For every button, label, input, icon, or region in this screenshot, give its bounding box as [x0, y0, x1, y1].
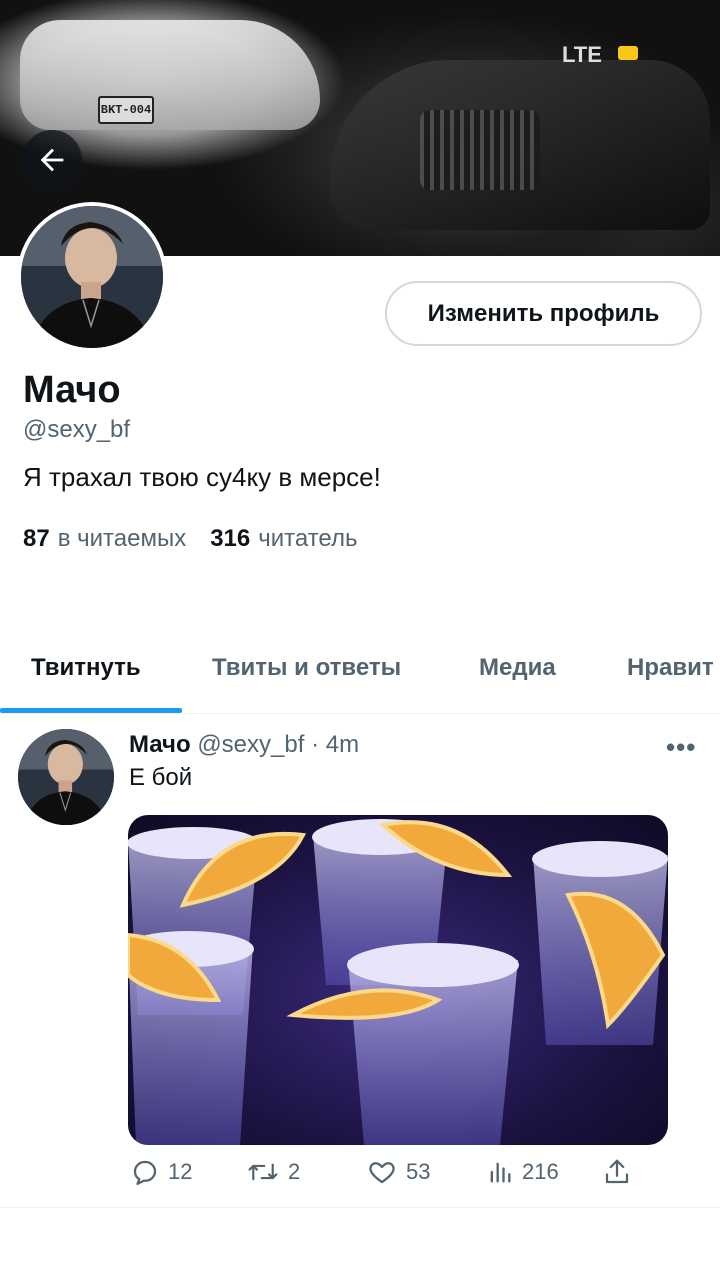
back-button[interactable]	[22, 130, 82, 190]
tab-likes[interactable]: Нравит	[627, 654, 714, 682]
network-indicator: LTE	[562, 42, 602, 67]
followers-link[interactable]: 316 читатель	[210, 525, 357, 553]
divider	[0, 1207, 720, 1208]
views-count: 216	[522, 1159, 559, 1184]
tweet-author-avatar[interactable]	[18, 729, 114, 825]
license-plate: BKT-004	[98, 96, 154, 124]
profile-handle: @sexy_bf	[23, 416, 131, 443]
more-dots-icon[interactable]: •••	[666, 732, 696, 763]
speech-bubble-icon	[133, 1160, 157, 1185]
tweet-author-name[interactable]: Мачо	[129, 731, 191, 758]
tab-tweets-and-replies[interactable]: Твиты и ответы	[212, 654, 401, 682]
banner-car-silver	[20, 20, 320, 130]
shot-glasses-photo	[128, 819, 668, 1145]
tweet-time[interactable]: 4m	[326, 731, 359, 758]
profile-tabs: Твитнуть Твиты и ответы Медиа Нравит	[0, 632, 720, 714]
battery-icon	[618, 46, 638, 60]
tab-media[interactable]: Медиа	[479, 654, 556, 682]
tweet-separator: ·	[311, 731, 320, 758]
profile-bio: Я трахал твою су4ку в мерсе!	[23, 462, 381, 492]
share-button[interactable]	[602, 1157, 632, 1187]
tab-tweets[interactable]: Твитнуть	[31, 654, 141, 682]
like-count: 53	[406, 1159, 431, 1184]
tweet-actions: 12 2 53 216	[128, 1157, 688, 1197]
share-icon	[605, 1159, 629, 1184]
avatar-photo	[18, 729, 114, 825]
active-tab-indicator	[0, 708, 182, 713]
heart-icon	[369, 1162, 395, 1184]
followers-label: читатель	[258, 525, 358, 552]
like-button[interactable]: 53	[366, 1157, 430, 1187]
tweet-author-handle[interactable]: @sexy_bf	[197, 731, 304, 758]
follow-stats: 87 в читаемых 316 читатель	[23, 525, 357, 553]
banner-car-grille	[420, 110, 540, 190]
arrow-left-icon	[40, 148, 64, 172]
reply-button[interactable]: 12	[130, 1157, 192, 1187]
profile-avatar[interactable]	[17, 202, 167, 352]
retweet-button[interactable]: 2	[246, 1157, 300, 1187]
reply-count: 12	[168, 1159, 193, 1184]
tweet-header: Мачо @sexy_bf · 4m	[129, 731, 359, 759]
following-link[interactable]: 87 в читаемых	[23, 525, 186, 553]
following-count: 87	[23, 525, 50, 552]
following-label: в читаемых	[57, 525, 187, 552]
tweet-media-image[interactable]	[128, 815, 668, 1145]
tweet-text: Е бой	[129, 764, 193, 791]
views-button[interactable]: 216	[486, 1157, 559, 1187]
edit-profile-button[interactable]: Изменить профиль	[385, 281, 702, 346]
profile-display-name: Мачо	[23, 369, 121, 411]
avatar-photo	[21, 206, 163, 348]
retweet-icon	[248, 1163, 278, 1181]
followers-count: 316	[210, 525, 251, 552]
bar-chart-icon	[490, 1162, 511, 1183]
retweet-count: 2	[288, 1159, 301, 1184]
